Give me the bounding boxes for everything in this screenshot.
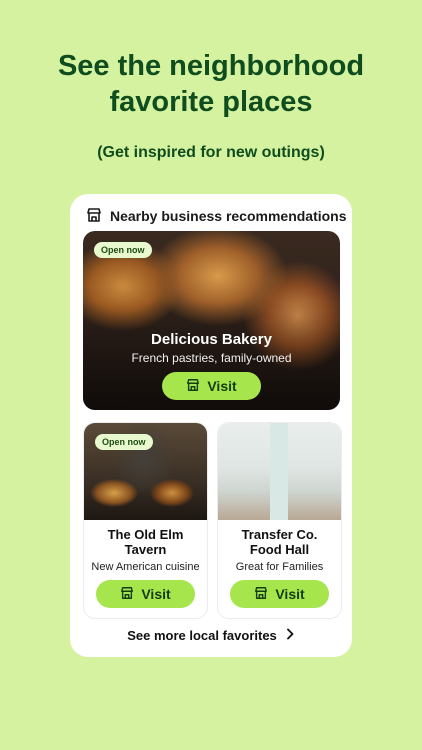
visit-button-label: Visit [275, 586, 305, 602]
see-more-link[interactable]: See more local favorites [70, 628, 352, 643]
place-name-line-1: Transfer Co. [241, 527, 318, 542]
card-header: Nearby business recommendations [86, 205, 347, 227]
visit-button-bakery[interactable]: Visit [162, 372, 261, 400]
place-card-tavern[interactable]: Open now The Old Elm Tavern New American… [83, 422, 208, 619]
place-name-line-2: Food Hall [249, 542, 310, 557]
chevron-right-icon [285, 628, 295, 643]
headline-line-2: favorite places [109, 86, 313, 118]
visit-button-tavern[interactable]: Visit [96, 580, 195, 608]
open-now-badge: Open now [95, 434, 153, 450]
subheadline: (Get inspired for new outings) [97, 144, 325, 161]
headline-line-1: See the neighborhood [57, 50, 365, 82]
visit-button-label: Visit [207, 378, 237, 394]
visit-button-food-hall[interactable]: Visit [230, 580, 329, 608]
recommendations-card: Nearby business recommendations Open now… [70, 194, 352, 657]
place-description: Great for Families [235, 561, 324, 573]
see-more-label: See more local favorites [127, 628, 277, 643]
storefront-icon [120, 586, 134, 603]
place-name-line-2: Tavern [124, 542, 167, 557]
place-description: New American cuisine [91, 561, 200, 573]
storefront-icon [186, 378, 200, 395]
place-name: Transfer Co. Food Hall [218, 527, 341, 557]
storefront-icon [254, 586, 268, 603]
place-name-line-1: The Old Elm [107, 527, 184, 542]
place-name: The Old Elm Tavern [84, 527, 207, 557]
place-card-food-hall[interactable]: Transfer Co. Food Hall Great for Familie… [217, 422, 342, 619]
headline: See the neighborhood favorite places [0, 48, 422, 120]
open-now-badge: Open now [94, 242, 152, 258]
featured-place-bakery[interactable]: Open now Delicious Bakery French pastrie… [83, 231, 340, 410]
featured-place-description: French pastries, family-owned [131, 351, 292, 365]
food-hall-photo [218, 423, 341, 520]
featured-place-name: Delicious Bakery [151, 331, 272, 348]
storefront-icon [86, 207, 102, 226]
card-title: Nearby business recommendations [110, 208, 347, 224]
visit-button-label: Visit [141, 586, 171, 602]
